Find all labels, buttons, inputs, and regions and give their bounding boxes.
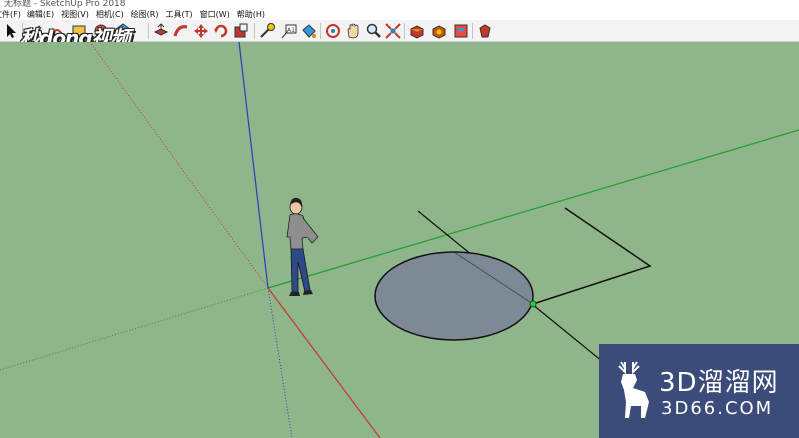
follow-me-icon[interactable] [172,22,190,40]
toolbar-separator [320,23,321,39]
zoom-extents-icon[interactable] [384,22,402,40]
move-icon[interactable] [192,22,210,40]
endpoint-marker [529,300,537,308]
green-axis-negative [0,287,269,371]
brand-name-cn: 3D溜溜网 [659,368,779,398]
ruby-icon[interactable] [476,22,494,40]
brand-name-en: 3D66.COM [661,398,774,419]
deer-logo-icon [611,358,655,426]
rotate-icon[interactable] [212,22,230,40]
extension-warehouse-icon[interactable] [430,22,448,40]
text-icon[interactable]: A1 [280,22,298,40]
select-arrow-icon[interactable] [2,22,20,40]
paint-bucket-icon[interactable] [300,22,318,40]
window-title: 无标题 - SketchUp Pro 2018 [4,0,126,8]
layout-icon[interactable] [452,22,470,40]
tape-measure-icon[interactable] [258,22,276,40]
menu-bar: 文件(F) 编辑(E) 视图(V) 相机(C) 绘图(R) 工具(T) 窗口(W… [0,8,799,20]
push-pull-icon[interactable] [152,22,170,40]
toolbar-separator [254,23,255,39]
scale-figure[interactable] [286,197,319,296]
corner-lines[interactable] [532,207,652,305]
circle-face[interactable] [374,251,534,341]
red-axis-negative [89,42,269,289]
svg-text:A1: A1 [287,27,295,34]
toolbar-separator [472,23,473,39]
menu-file[interactable]: 文件(F) [0,9,21,20]
orbit-icon[interactable] [324,22,342,40]
toolbar-separator [404,23,405,39]
blue-axis-negative [267,287,293,438]
scale-icon[interactable] [232,22,250,40]
brand-watermark: 3D溜溜网 3D66.COM [599,344,799,438]
zoom-icon[interactable] [364,22,382,40]
menu-draw[interactable]: 绘图(R) [131,9,159,20]
red-axis [267,287,381,438]
menu-help[interactable]: 帮助(H) [237,9,265,20]
menu-edit[interactable]: 编辑(E) [27,9,54,20]
3d-warehouse-icon[interactable] [408,22,426,40]
green-axis [267,129,799,289]
pan-icon[interactable] [344,22,362,40]
title-bar: 无标题 - SketchUp Pro 2018 [0,0,799,8]
blue-axis [238,42,269,289]
menu-tools[interactable]: 工具(T) [166,9,193,20]
toolbar-separator [148,23,149,39]
menu-window[interactable]: 窗口(W) [200,9,230,20]
menu-camera[interactable]: 相机(C) [96,9,124,20]
menu-view[interactable]: 视图(V) [61,9,89,20]
